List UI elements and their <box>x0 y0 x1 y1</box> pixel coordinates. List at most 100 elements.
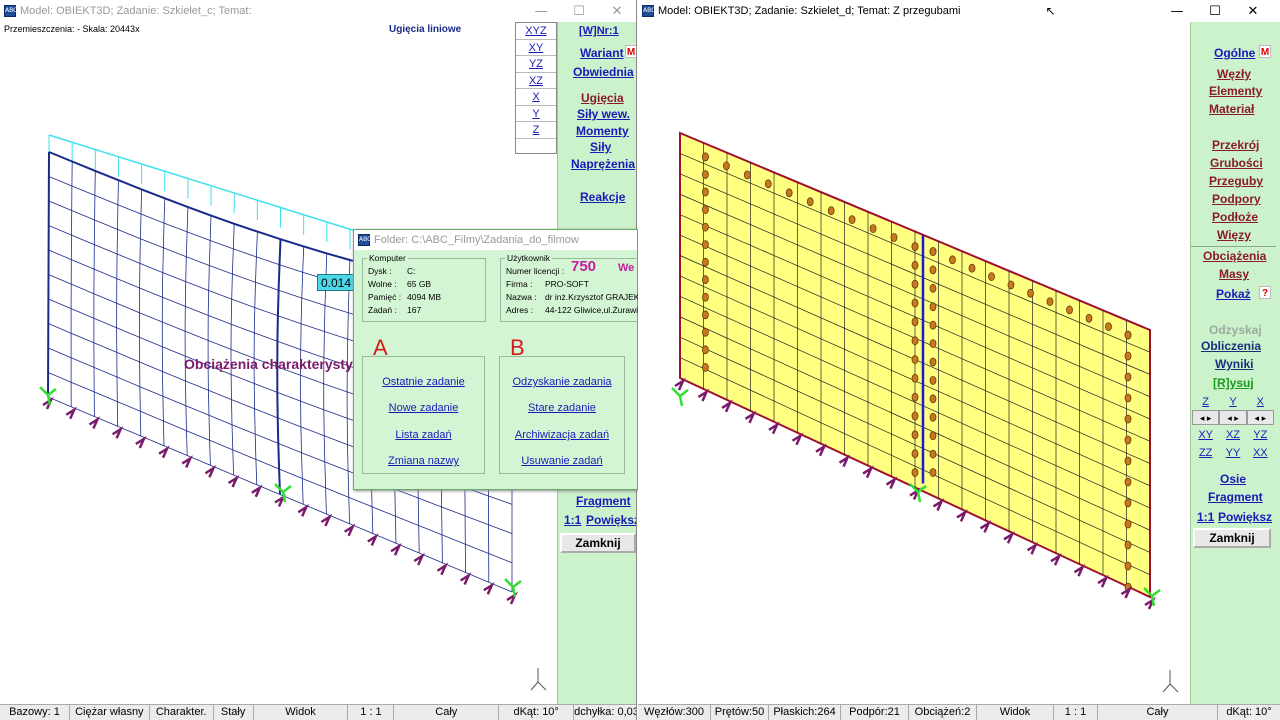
licencja-value: 750 <box>571 258 597 275</box>
right-status-caly[interactable]: Cały <box>1098 705 1218 720</box>
right-maximize-button[interactable]: ☐ <box>1196 4 1234 19</box>
podpory-link[interactable]: Podpory <box>1212 192 1261 206</box>
status-dkat[interactable]: dKąt: 10° <box>499 705 575 720</box>
fragment-link[interactable]: Fragment <box>576 494 631 508</box>
masy-link[interactable]: Masy <box>1219 267 1249 281</box>
wariant-link[interactable]: Wariant <box>580 46 624 60</box>
hinge-marker <box>702 327 709 337</box>
hinge-marker <box>929 265 937 275</box>
zamknij-button[interactable]: Zamknij <box>560 533 636 553</box>
view-xz-button[interactable]: XZ <box>1219 425 1247 443</box>
right-close-button[interactable]: ✕ <box>1234 4 1272 19</box>
view-z-button[interactable]: Z <box>1192 392 1220 410</box>
view-y-button[interactable]: Y <box>1219 392 1247 410</box>
rotate-up-down-icon[interactable]: ◂ ▸ <box>1219 410 1247 425</box>
rotate-axis-icon[interactable]: ◂ ▸ <box>1246 410 1274 425</box>
view-yy-button[interactable]: YY <box>1219 443 1247 461</box>
pamiec-key: Pamięć : <box>368 292 402 302</box>
sily-wew-link[interactable]: Siły wew. <box>577 107 630 121</box>
axis-button-x[interactable]: X <box>516 89 556 106</box>
stare-zadanie-link[interactable]: Stare zadanie <box>500 402 624 415</box>
hinge-marker <box>848 215 856 225</box>
right-app-icon: ABC <box>642 5 655 17</box>
right-status-scale[interactable]: 1 : 1 <box>1054 705 1098 720</box>
axis-button-y[interactable]: Y <box>516 106 556 122</box>
status-widok[interactable]: Widok <box>254 705 349 720</box>
hinge-marker <box>702 275 709 285</box>
obciazenia-link[interactable]: Obciążenia <box>1203 249 1266 263</box>
wiezy-link[interactable]: Więzy <box>1217 228 1251 242</box>
material-link[interactable]: Materiał <box>1209 102 1254 116</box>
sily-link[interactable]: Siły <box>590 140 611 154</box>
status-odchylka[interactable]: dchyłka: 0,03i <box>574 705 636 720</box>
ostatnie-zadanie-link[interactable]: Ostatnie zadanie <box>363 376 484 389</box>
obliczenia-link[interactable]: Obliczenia <box>1201 339 1261 353</box>
ogolne-link[interactable]: Ogólne <box>1214 46 1255 60</box>
pokaz-link[interactable]: Pokaż <box>1216 287 1251 301</box>
grubosci-link[interactable]: Grubości <box>1210 156 1263 170</box>
rotate-left-right-icon[interactable]: ◂ ▸ <box>1192 410 1220 425</box>
momenty-link[interactable]: Momenty <box>576 124 629 138</box>
usuwanie-zadan-link[interactable]: Usuwanie zadań <box>500 455 624 468</box>
lista-zadan-link[interactable]: Lista zadań <box>363 429 484 442</box>
right-m-badge[interactable]: M <box>1259 45 1271 58</box>
osie-link[interactable]: Osie <box>1220 472 1246 486</box>
scale-1-1-link[interactable]: 1:1 <box>564 513 581 527</box>
right-status-bar: Węzłów:300 Prętów:50 Płaskich:264 Podpór… <box>638 704 1280 720</box>
right-status-widok[interactable]: Widok <box>977 705 1054 720</box>
odzyskanie-zadania-link[interactable]: Odzyskanie zadania <box>500 376 624 389</box>
axis-button-xz[interactable]: XZ <box>516 73 556 89</box>
status-caly[interactable]: Cały <box>394 705 500 720</box>
hinge-marker <box>702 187 709 197</box>
rysuj-link[interactable]: [R]ysuj <box>1213 376 1254 390</box>
zmiana-nazwy-link[interactable]: Zmiana nazwy <box>363 455 484 468</box>
naprezenia-link[interactable]: Naprężenia <box>571 157 635 171</box>
ugiecia-link[interactable]: Ugięcia <box>581 91 624 105</box>
axis-button-yz[interactable]: YZ <box>516 56 556 73</box>
elementy-link[interactable]: Elementy <box>1209 84 1262 98</box>
maximize-button[interactable]: ☐ <box>560 4 598 19</box>
right-model-panel: Ogólne M Węzły Elementy Materiał Przekró… <box>1190 22 1280 704</box>
axis-button-z[interactable]: Z <box>516 122 556 139</box>
right-scale-1-1-link[interactable]: 1:1 <box>1197 510 1214 524</box>
view-zz-button[interactable]: ZZ <box>1192 443 1220 461</box>
variant-number[interactable]: [W]Nr:1 <box>579 25 619 37</box>
close-button[interactable]: ✕ <box>598 4 636 19</box>
right-minimize-button[interactable]: — <box>1158 4 1196 19</box>
view-yz-button[interactable]: YZ <box>1246 425 1274 443</box>
hinge-marker <box>911 468 919 477</box>
axis-button-xyz[interactable]: XYZ <box>516 23 556 40</box>
hinge-marker <box>929 283 937 293</box>
obwiednia-link[interactable]: Obwiednia <box>573 65 634 79</box>
powieksz-link[interactable]: Powiększ <box>586 513 636 527</box>
right-drawing-canvas[interactable] <box>638 22 1190 704</box>
right-zamknij-button[interactable]: Zamknij <box>1193 528 1271 548</box>
wezly-link[interactable]: Węzły <box>1217 67 1251 81</box>
archiwizacja-zadan-link[interactable]: Archiwizacja zadań <box>500 429 624 442</box>
status-scale[interactable]: 1 : 1 <box>348 705 395 720</box>
status-obciazen: Obciążeń:2 <box>909 705 977 720</box>
odzyskaj-link[interactable]: Odzyskaj <box>1209 323 1262 337</box>
hinge-marker <box>764 179 772 189</box>
reakcje-link[interactable]: Reakcje <box>580 190 625 204</box>
group-b-letter: B <box>510 335 525 360</box>
hinge-marker <box>785 188 793 198</box>
przeguby-link[interactable]: Przeguby <box>1209 174 1263 188</box>
help-button[interactable]: ? <box>1259 286 1271 299</box>
view-x-button[interactable]: X <box>1246 392 1274 410</box>
wyniki-link[interactable]: Wyniki <box>1215 357 1253 371</box>
view-xy-button[interactable]: XY <box>1192 425 1220 443</box>
podloze-link[interactable]: Podłoże <box>1212 210 1258 224</box>
m-badge[interactable]: M <box>625 45 636 58</box>
nowe-zadanie-link[interactable]: Nowe zadanie <box>363 402 484 415</box>
przekroj-link[interactable]: Przekrój <box>1212 138 1259 152</box>
minimize-button[interactable]: — <box>522 4 560 19</box>
axis-button-xy[interactable]: XY <box>516 40 556 56</box>
right-status-dkat[interactable]: dKąt: 10° <box>1218 705 1280 720</box>
right-powieksz-link[interactable]: Powiększ <box>1218 510 1272 524</box>
hinge-marker <box>702 257 709 267</box>
left-window-title: Model: OBIEKT3D; Zadanie: Szkielet_c; Te… <box>20 5 252 17</box>
right-fragment-link[interactable]: Fragment <box>1208 490 1263 504</box>
hinge-marker <box>929 394 937 404</box>
view-xx-button[interactable]: XX <box>1246 443 1274 461</box>
